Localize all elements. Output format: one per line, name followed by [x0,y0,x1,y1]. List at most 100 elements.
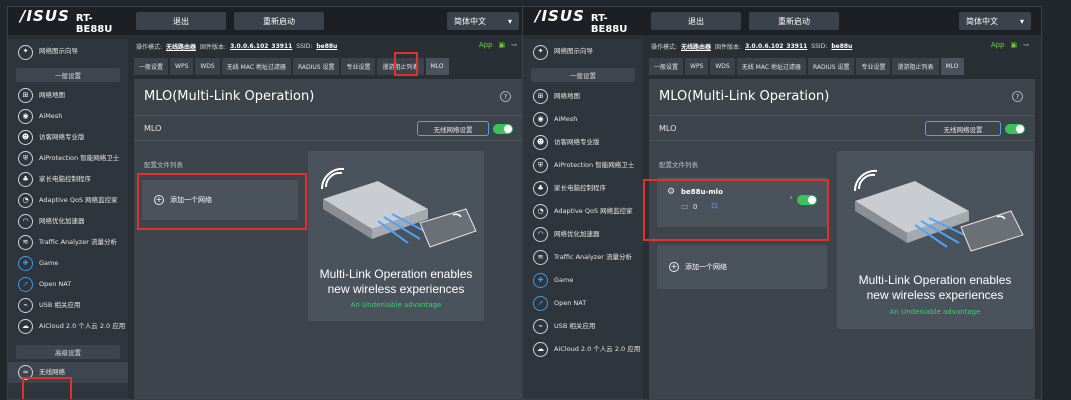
language-select[interactable]: 简体中文 ▾ [959,12,1031,30]
usb-status-icon[interactable]: ⊸ [1023,41,1029,49]
tab-mac-filter[interactable]: 无线 MAC 地址过滤器 [221,58,291,75]
sidebar-item-parental-controls[interactable]: ♣ 家长电脑控制程序 [523,177,643,200]
sidebar-item-quick-setup[interactable]: ✦ 网络图示向导 [8,39,128,65]
tab-mlo[interactable]: MLO [425,58,449,75]
add-network-button[interactable]: + 添加一个网络 [142,180,298,220]
status-line: 操作模式: 无线路由器 固件版本: 3.0.0.6.102_33911 SSID… [647,39,1041,53]
sidebar-item-game[interactable]: ✚ Game [8,253,128,274]
tab-mlo[interactable]: MLO [940,58,964,75]
sidebar-item-adaptive-qos[interactable]: ◔ Adaptive QoS 网络监控家 [523,200,643,223]
phone-icon[interactable]: ▣ [499,41,506,49]
firmware-value[interactable]: 3.0.0.6.102_33911 [230,43,292,50]
sidebar-item-wireless[interactable]: ≈ 无线网络 [8,362,128,383]
add-network-button[interactable]: + 添加一个网络 [657,245,827,289]
sidebar-item-aimesh[interactable]: ◉ AiMesh [523,108,643,131]
wireless-settings-button[interactable]: 无线网络设置 [417,121,489,136]
page-title: MLO(Multi-Link Operation) [659,89,830,104]
main-content: 操作模式: 无线路由器 固件版本: 3.0.0.6.102_33911 SSID… [132,39,529,399]
sidebar-item-label: 家长电脑控制程序 [39,174,91,183]
general-section-header: 一般设置 [16,68,120,82]
chevron-right-icon[interactable]: › [789,193,793,203]
sidebar-item-guest-network[interactable]: ☻ 访客网络专业版 [8,127,128,148]
op-mode-value[interactable]: 无线路由器 [166,42,196,51]
app-label[interactable]: App [479,41,493,49]
sidebar-item-open-nat[interactable]: ➚ Open NAT [523,292,643,315]
firmware-label: 固件版本: [200,43,227,51]
mlo-promo-card: Multi-Link Operation enables new wireles… [308,151,484,321]
tab-professional[interactable]: 专业设置 [856,58,891,75]
ssid-value[interactable]: be88u [831,43,852,50]
plus-icon: + [154,195,164,205]
sidebar-item-aimesh[interactable]: ◉ AiMesh [8,106,128,127]
firmware-value[interactable]: 3.0.0.6.102_33911 [745,43,807,50]
reboot-button[interactable]: 重新启动 [234,12,324,30]
op-mode-label: 操作模式: [651,43,678,51]
tab-roaming-block[interactable]: 漫游阻止列表 [892,58,939,75]
sidebar-item-traffic-analyzer[interactable]: ≋ Traffic Analyzer 流量分析 [8,232,128,253]
language-select[interactable]: 简体中文 ▾ [447,12,519,30]
sidebar-item-guest-network[interactable]: ☻ 访客网络专业版 [523,131,643,154]
help-icon[interactable]: ? [500,91,511,102]
tab-radius[interactable]: RADIUS 设置 [292,58,340,75]
app-label[interactable]: App [991,41,1005,49]
op-mode-label: 操作模式: [136,43,163,51]
sidebar-item-adaptive-qos[interactable]: ◔ Adaptive QoS 网络监控家 [8,190,128,211]
sidebar-item-label: USB 相关应用 [554,321,596,330]
tab-general[interactable]: 一般设置 [649,58,684,75]
mlo-profile-card[interactable]: ⚙ be88u-mlo ▭ 0 ⊡ › [657,177,827,227]
sidebar-item-aiprotection[interactable]: ⛨ AiProtection 智能网络卫士 [523,154,643,177]
page-title: MLO(Multi-Link Operation) [144,89,315,104]
tab-general[interactable]: 一般设置 [134,58,169,75]
qos-icon: ◔ [18,193,33,208]
add-network-label: 添加一个网络 [170,196,212,204]
logout-button[interactable]: 退出 [136,12,226,30]
tab-professional[interactable]: 专业设置 [341,58,376,75]
tab-wps[interactable]: WPS [170,58,194,75]
usb-status-icon[interactable]: ⊸ [511,41,517,49]
tab-wds[interactable]: WDS [710,58,735,75]
sidebar-item-usb[interactable]: ⌁ USB 相关应用 [8,295,128,316]
tab-wps[interactable]: WPS [685,58,709,75]
wireless-settings-button[interactable]: 无线网络设置 [925,121,1001,136]
phone-icon[interactable]: ▣ [1011,41,1018,49]
sidebar-item-traffic-analyzer[interactable]: ≋ Traffic Analyzer 流量分析 [523,246,643,269]
sidebar-item-open-nat[interactable]: ➚ Open NAT [8,274,128,295]
band-icon: ⊡ [711,201,718,210]
model-name: RT-BE88U [75,13,113,35]
op-mode-value[interactable]: 无线路由器 [681,42,711,51]
reboot-button[interactable]: 重新启动 [749,12,839,30]
sidebar-item-game[interactable]: ✚ Game [523,269,643,292]
sidebar-item-network-accelerator[interactable]: ◠ 网络优化加速器 [523,223,643,246]
chevron-down-icon: ▾ [507,16,512,26]
sidebar-item-quick-setup[interactable]: ✦ 网络图示向导 [523,39,643,65]
sidebar-item-network-map[interactable]: ⊞ 网络地图 [8,85,128,106]
sidebar-item-usb[interactable]: ⌁ USB 相关应用 [523,315,643,338]
tab-roaming-block[interactable]: 漫游阻止列表 [377,58,424,75]
ssid-value[interactable]: be88u [316,43,337,50]
sidebar-item-aiprotection[interactable]: ⛨ AiProtection 智能网络卫士 [8,148,128,169]
mlo-promo-card: Multi-Link Operation enables new wireles… [837,151,1033,329]
wireless-tabs: 一般设置 WPS WDS 无线 MAC 地址过滤器 RADIUS 设置 专业设置… [132,55,529,75]
help-icon[interactable]: ? [1012,91,1023,102]
sidebar-item-network-accelerator[interactable]: ◠ 网络优化加速器 [8,211,128,232]
mlo-toggle[interactable] [1005,124,1025,134]
gamepad-icon: ✚ [18,256,33,271]
mlo-panel: MLO(Multi-Link Operation) ? MLO 无线网络设置 配… [134,79,523,399]
mlo-label: MLO [144,124,162,133]
mlo-toggle[interactable] [493,124,513,134]
router-illustration [320,167,477,248]
add-network-label: 添加一个网络 [685,263,727,271]
profile-toggle[interactable] [797,195,817,205]
tab-mac-filter[interactable]: 无线 MAC 地址过滤器 [736,58,806,75]
mesh-icon: ◉ [18,109,33,124]
monitor-icon: ▭ [681,202,689,211]
tab-radius[interactable]: RADIUS 设置 [807,58,855,75]
sidebar-item-label: 网络地图 [39,90,65,99]
sidebar-item-aicloud[interactable]: ☁ AiCloud 2.0 个人云 2.0 应用 [523,338,643,361]
sidebar-item-network-map[interactable]: ⊞ 网络地图 [523,85,643,108]
profile-list-label: 配置文件列表 [659,161,698,169]
tab-wds[interactable]: WDS [195,58,220,75]
sidebar-item-aicloud[interactable]: ☁ AiCloud 2.0 个人云 2.0 应用 [8,316,128,337]
sidebar-item-parental-controls[interactable]: ♣ 家长电脑控制程序 [8,169,128,190]
logout-button[interactable]: 退出 [651,12,741,30]
